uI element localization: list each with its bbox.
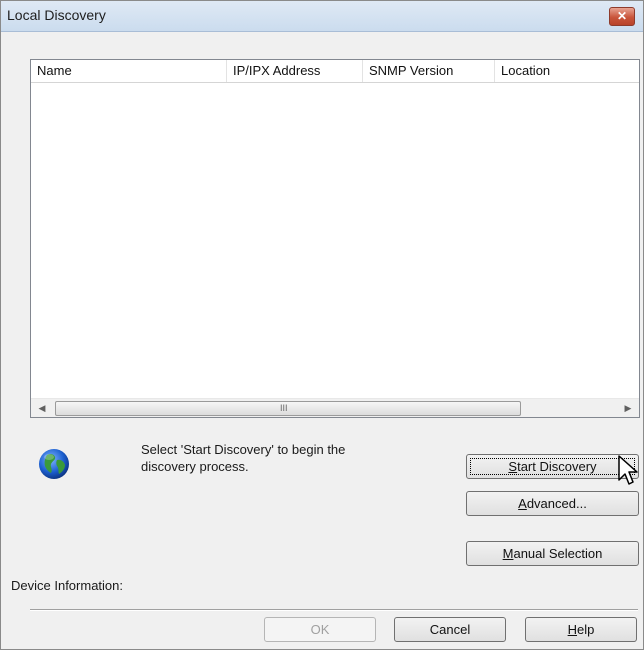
start-discovery-button[interactable]: Start Discovery xyxy=(466,454,639,479)
column-header-name[interactable]: Name xyxy=(31,60,227,82)
ok-button[interactable]: OK xyxy=(264,617,376,642)
cancel-button[interactable]: Cancel xyxy=(394,617,506,642)
column-header-location[interactable]: Location xyxy=(495,60,639,82)
window-title: Local Discovery xyxy=(7,7,106,23)
scrollbar-thumb[interactable]: III xyxy=(55,401,521,416)
title-bar: Local Discovery ✕ xyxy=(1,1,643,32)
scroll-right-icon[interactable]: ▶ xyxy=(619,399,637,417)
help-button[interactable]: Help xyxy=(525,617,637,642)
horizontal-scrollbar[interactable]: ◀ III ▶ xyxy=(31,398,639,417)
column-header-address[interactable]: IP/IPX Address xyxy=(227,60,363,82)
device-information-label: Device Information: xyxy=(11,578,123,593)
advanced-button[interactable]: Advanced... xyxy=(466,491,639,516)
status-message: Select 'Start Discovery' to begin the di… xyxy=(141,442,346,474)
globe-icon xyxy=(39,449,69,479)
manual-selection-button[interactable]: Manual Selection xyxy=(466,541,639,566)
list-header: Name IP/IPX Address SNMP Version Locatio… xyxy=(31,60,639,83)
separator xyxy=(30,609,638,611)
grip-icon: III xyxy=(280,403,288,413)
local-discovery-dialog: Local Discovery ✕ Name IP/IPX Address SN… xyxy=(0,0,644,650)
focus-ring xyxy=(470,458,635,475)
column-header-snmp-version[interactable]: SNMP Version xyxy=(363,60,495,82)
close-icon[interactable]: ✕ xyxy=(609,7,635,26)
discovery-results-list[interactable]: Name IP/IPX Address SNMP Version Locatio… xyxy=(30,59,640,418)
scroll-left-icon[interactable]: ◀ xyxy=(33,399,51,417)
mouse-pointer-icon xyxy=(618,455,638,485)
